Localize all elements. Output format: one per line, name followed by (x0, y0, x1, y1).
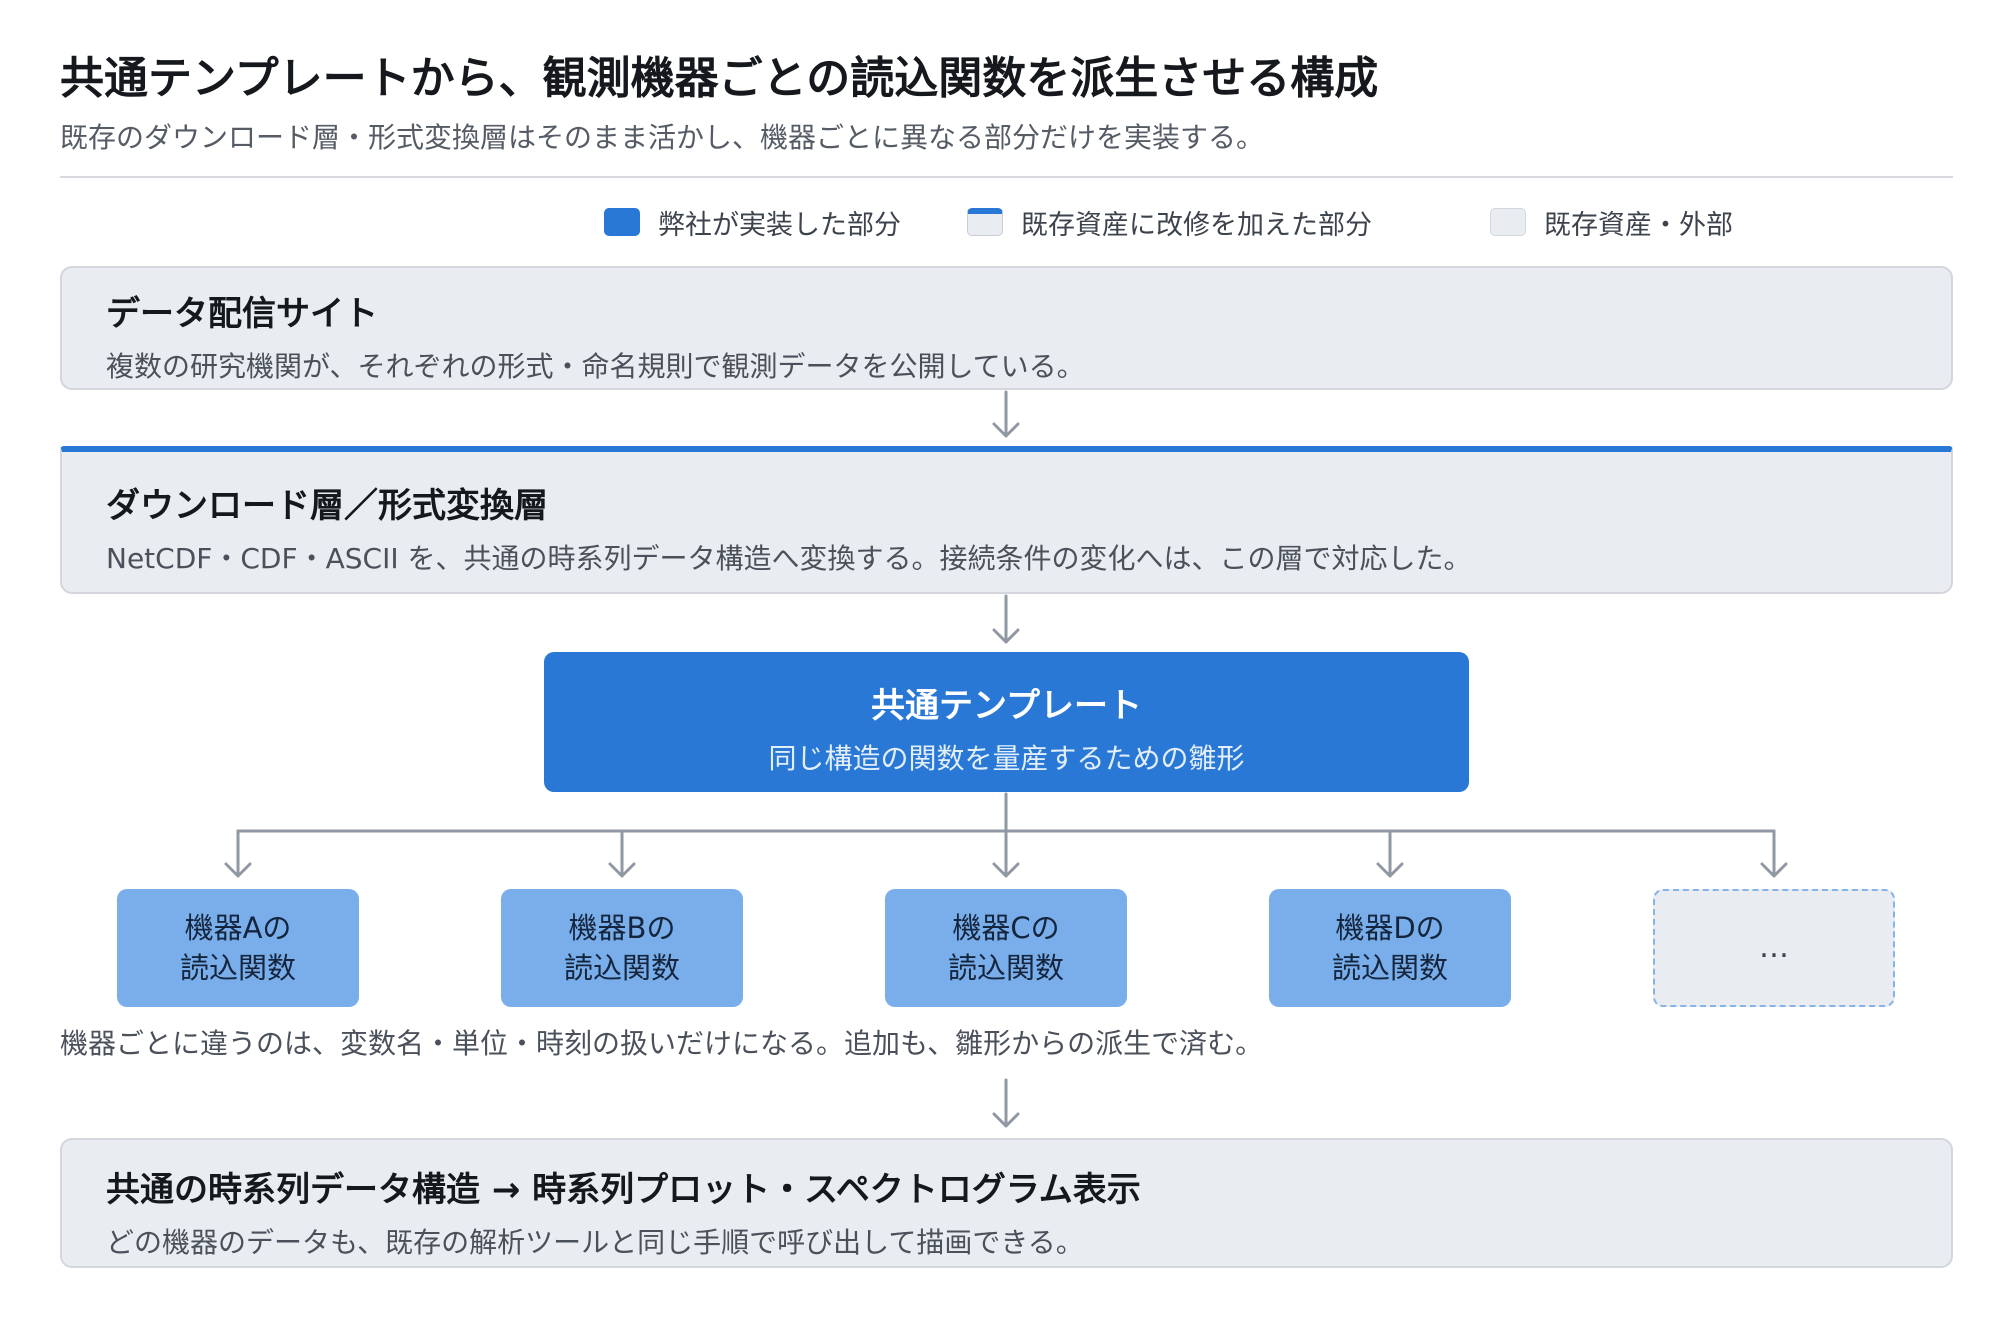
arrow-to-instrument-c (992, 829, 1020, 878)
arrow-source-to-download (992, 390, 1020, 438)
arrow-to-output (992, 1078, 1020, 1128)
arrow-to-instrument-more (1760, 829, 1788, 878)
arrow-download-to-template (992, 594, 1020, 644)
arrow-to-instrument-d (1376, 829, 1404, 878)
arrow-to-instrument-b (608, 829, 636, 878)
connector-arrows (224, 390, 1788, 1128)
arrow-to-instrument-a (224, 829, 252, 878)
branch-line (236, 792, 1776, 833)
